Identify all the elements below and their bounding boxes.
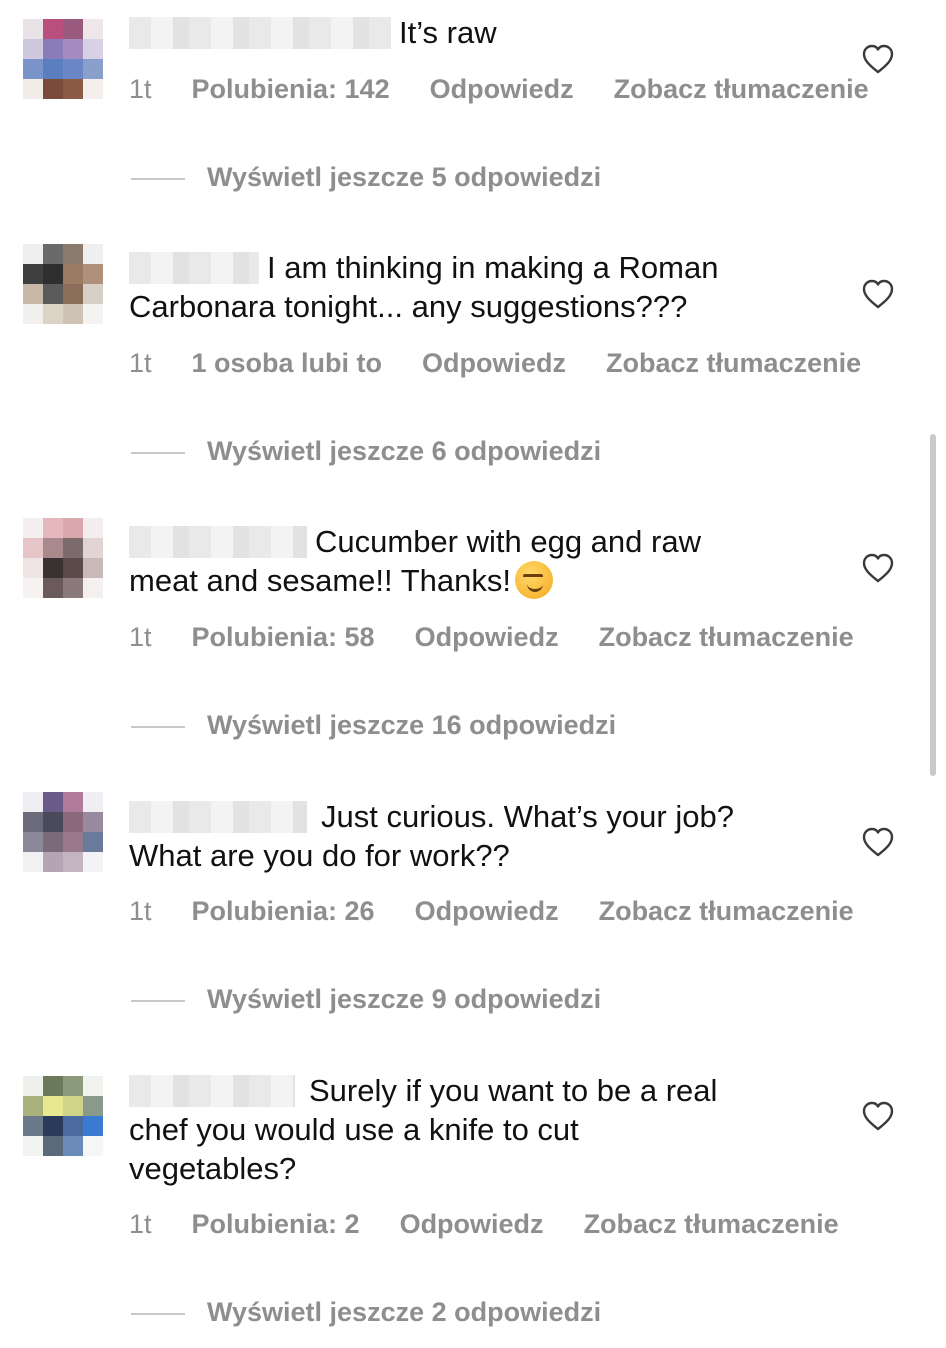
comment-text: Just curious. What’s your job? What are …	[129, 799, 734, 873]
username-redacted[interactable]	[129, 252, 259, 284]
see-translation-button[interactable]: Zobacz tłumaczenie	[614, 74, 869, 104]
avatar[interactable]	[23, 1076, 103, 1156]
view-more-replies[interactable]: Wyświetl jeszcze 2 odpowiedzi	[131, 1296, 601, 1328]
comment-time: 1t	[129, 348, 152, 378]
view-more-replies[interactable]: Wyświetl jeszcze 9 odpowiedzi	[131, 983, 601, 1015]
heart-icon[interactable]	[861, 43, 895, 75]
smirking-face-emoji-icon	[514, 561, 553, 599]
heart-icon[interactable]	[861, 552, 895, 584]
likes-count[interactable]: Polubienia: 142	[192, 74, 390, 104]
comment-meta: 1t Polubienia: 26 Odpowiedz Zobacz tłumacze…	[129, 895, 854, 927]
comment-text: Cucumber with egg and raw meat and sesam…	[129, 524, 701, 599]
see-translation-button[interactable]: Zobacz tłumaczenie	[584, 1209, 839, 1239]
comment-text: It’s raw	[129, 13, 497, 52]
replies-divider-line	[131, 177, 185, 180]
see-translation-button[interactable]: Zobacz tłumaczenie	[599, 896, 854, 926]
likes-count[interactable]: Polubienia: 26	[192, 896, 375, 926]
likes-count[interactable]: Polubienia: 58	[192, 622, 375, 652]
comment-meta: 1t Polubienia: 58 Odpowiedz Zobacz tłumacze…	[129, 621, 854, 653]
username-redacted[interactable]	[129, 801, 307, 833]
comment-time: 1t	[129, 896, 152, 926]
likes-count[interactable]: Polubienia: 2	[192, 1209, 360, 1239]
avatar[interactable]	[23, 19, 103, 99]
replies-divider-line	[131, 451, 185, 454]
replies-divider-line	[131, 725, 185, 728]
username-redacted[interactable]	[129, 17, 391, 49]
view-more-replies-label: Wyświetl jeszcze 6 odpowiedzi	[207, 436, 602, 466]
likes-count[interactable]: 1 osoba lubi to	[192, 348, 383, 378]
scrollbar[interactable]	[930, 434, 936, 776]
view-more-replies-label: Wyświetl jeszcze 2 odpowiedzi	[207, 1297, 602, 1327]
view-more-replies[interactable]: Wyświetl jeszcze 6 odpowiedzi	[131, 435, 601, 467]
comment-meta: 1t Polubienia: 2 Odpowiedz Zobacz tłumaczen…	[129, 1208, 839, 1240]
heart-icon[interactable]	[861, 826, 895, 858]
replies-divider-line	[131, 1312, 185, 1315]
username-redacted[interactable]	[129, 1075, 295, 1107]
comment-text: I am thinking in making a Roman Carbonar…	[129, 250, 719, 324]
reply-button[interactable]: Odpowiedz	[400, 1209, 544, 1239]
view-more-replies-label: Wyświetl jeszcze 16 odpowiedzi	[207, 710, 617, 740]
view-more-replies[interactable]: Wyświetl jeszcze 5 odpowiedzi	[131, 161, 601, 193]
view-more-replies-label: Wyświetl jeszcze 9 odpowiedzi	[207, 984, 602, 1014]
comment-meta: 1t 1 osoba lubi to Odpowiedz Zobacz tłumacz…	[129, 347, 861, 379]
view-more-replies-label: Wyświetl jeszcze 5 odpowiedzi	[207, 162, 602, 192]
username-redacted[interactable]	[129, 526, 307, 558]
see-translation-button[interactable]: Zobacz tłumaczenie	[599, 622, 854, 652]
heart-icon[interactable]	[861, 1100, 895, 1132]
reply-button[interactable]: Odpowiedz	[415, 622, 559, 652]
avatar[interactable]	[23, 244, 103, 324]
see-translation-button[interactable]: Zobacz tłumaczenie	[606, 348, 861, 378]
comment-time: 1t	[129, 622, 152, 652]
reply-button[interactable]: Odpowiedz	[415, 896, 559, 926]
comment-time: 1t	[129, 1209, 152, 1239]
comment-time: 1t	[129, 74, 152, 104]
reply-button[interactable]: Odpowiedz	[430, 74, 574, 104]
view-more-replies[interactable]: Wyświetl jeszcze 16 odpowiedzi	[131, 709, 616, 741]
comment-meta: 1t Polubienia: 142 Odpowiedz Zobacz tłumacz…	[129, 73, 869, 105]
avatar[interactable]	[23, 518, 103, 598]
comment-text: Surely if you want to be a real chef you…	[129, 1073, 718, 1186]
reply-button[interactable]: Odpowiedz	[422, 348, 566, 378]
avatar[interactable]	[23, 792, 103, 872]
heart-icon[interactable]	[861, 278, 895, 310]
replies-divider-line	[131, 999, 185, 1002]
